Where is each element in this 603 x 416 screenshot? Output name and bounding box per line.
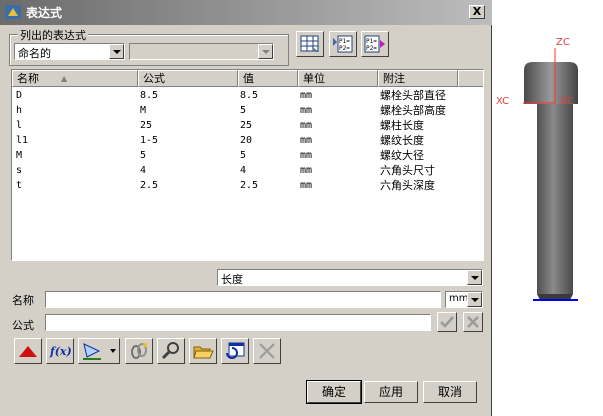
close-icon[interactable]: X (469, 5, 485, 19)
import-expressions-button[interactable]: P1= P2= (361, 31, 389, 57)
app-icon (5, 5, 21, 19)
svg-text:f(x): f(x) (49, 345, 71, 358)
svg-text:P1=: P1= (339, 38, 350, 45)
column-header-filler (458, 70, 483, 87)
unit-value: mm (449, 293, 469, 304)
open-file-button[interactable] (189, 338, 217, 364)
name-label: 名称 (12, 294, 34, 307)
function-button[interactable]: f(x) (46, 338, 74, 364)
svg-text:P1=: P1= (366, 38, 377, 45)
find-button[interactable] (157, 338, 185, 364)
table-row[interactable]: h M 5 mm 螺栓头部高度 (12, 103, 482, 118)
cancel-button[interactable]: 取消 (423, 381, 477, 403)
spreadsheet-icon (300, 35, 319, 52)
column-header-formula[interactable]: 公式 (138, 70, 238, 87)
secondary-filter-select[interactable] (129, 43, 274, 60)
zc-axis-label-mid: ZC (560, 96, 574, 107)
p1-p2-import-icon: P1= P2= (364, 35, 385, 53)
refresh-window-icon (226, 342, 245, 359)
expression-table[interactable]: 名称 ▲ 公式 值 单位 附注 D 8.5 8.5 mm 螺栓头部直径 h M … (11, 69, 484, 261)
svg-text:P2=: P2= (339, 45, 350, 52)
reject-edit-button[interactable] (463, 312, 483, 332)
up-arrow-button[interactable] (14, 338, 42, 364)
accept-edit-button[interactable] (437, 312, 457, 332)
column-header-note[interactable]: 附注 (378, 70, 458, 87)
formula-label: 公式 (12, 319, 34, 332)
listed-filter-select[interactable]: 命名的 (14, 43, 125, 60)
folder-open-icon (193, 346, 214, 359)
measure-dropdown-button[interactable] (78, 338, 120, 364)
delete-button[interactable] (253, 338, 281, 364)
dimension-type-value: 长度 (221, 273, 243, 286)
table-row[interactable]: l1 1-5 20 mm 螺纹长度 (12, 133, 482, 148)
chain-link-icon (131, 343, 147, 359)
apply-button[interactable]: 应用 (364, 381, 418, 403)
table-row[interactable]: M 5 5 mm 螺纹大径 (12, 148, 482, 163)
title-bar: 表达式 X (0, 0, 492, 25)
column-header-name[interactable]: 名称 ▲ (12, 70, 138, 87)
expressions-dialog: 表达式 X 列出的表达式 命名的 P1= P2= P1= P2= 名称 ▲ 公式… (0, 0, 492, 416)
column-header-value[interactable]: 值 (238, 70, 298, 87)
chevron-down-icon[interactable] (258, 44, 273, 59)
function-icon: f(x) (49, 345, 71, 358)
refresh-button[interactable] (221, 338, 249, 364)
cross-icon (467, 316, 479, 328)
measure-icon (83, 343, 101, 360)
delete-cross-icon (259, 343, 275, 359)
chevron-down-icon[interactable] (110, 349, 116, 353)
listed-expressions-label: 列出的表达式 (18, 27, 88, 43)
table-row[interactable]: s 4 4 mm 六角头尺寸 (12, 163, 482, 178)
chevron-down-icon[interactable] (109, 44, 124, 59)
name-input[interactable] (45, 291, 441, 308)
checkmark-icon (440, 316, 454, 328)
xc-axis-label: XC (496, 96, 510, 107)
cad-viewport[interactable]: ZC XC ZC (493, 0, 603, 416)
chevron-down-icon[interactable] (467, 292, 482, 307)
zc-axis-label-top: ZC (556, 37, 570, 48)
window-title: 表达式 (26, 6, 63, 20)
table-row[interactable]: t 2.5 2.5 mm 六角头深度 (12, 178, 482, 193)
column-header-unit[interactable]: 单位 (298, 70, 378, 87)
p1-p2-export-icon: P1= P2= (333, 35, 353, 53)
table-row[interactable]: l 25 25 mm 螺柱长度 (12, 118, 482, 133)
spreadsheet-edit-button[interactable] (296, 31, 324, 57)
export-expressions-button[interactable]: P1= P2= (329, 31, 357, 57)
dimension-type-select[interactable]: 长度 (217, 269, 483, 286)
link-button[interactable] (125, 338, 153, 364)
unit-select[interactable]: mm (445, 291, 483, 308)
red-triangle-icon (19, 346, 37, 357)
bolt-model (523, 48, 578, 301)
listed-filter-value: 命名的 (18, 47, 51, 60)
svg-text:P2=: P2= (366, 45, 377, 52)
formula-input[interactable] (45, 314, 431, 331)
chevron-down-icon[interactable] (467, 270, 482, 285)
table-row[interactable]: D 8.5 8.5 mm 螺栓头部直径 (12, 88, 482, 103)
magnifier-link-icon (161, 342, 179, 360)
ok-button[interactable]: 确定 (306, 380, 362, 404)
sort-ascending-icon: ▲ (61, 74, 68, 83)
